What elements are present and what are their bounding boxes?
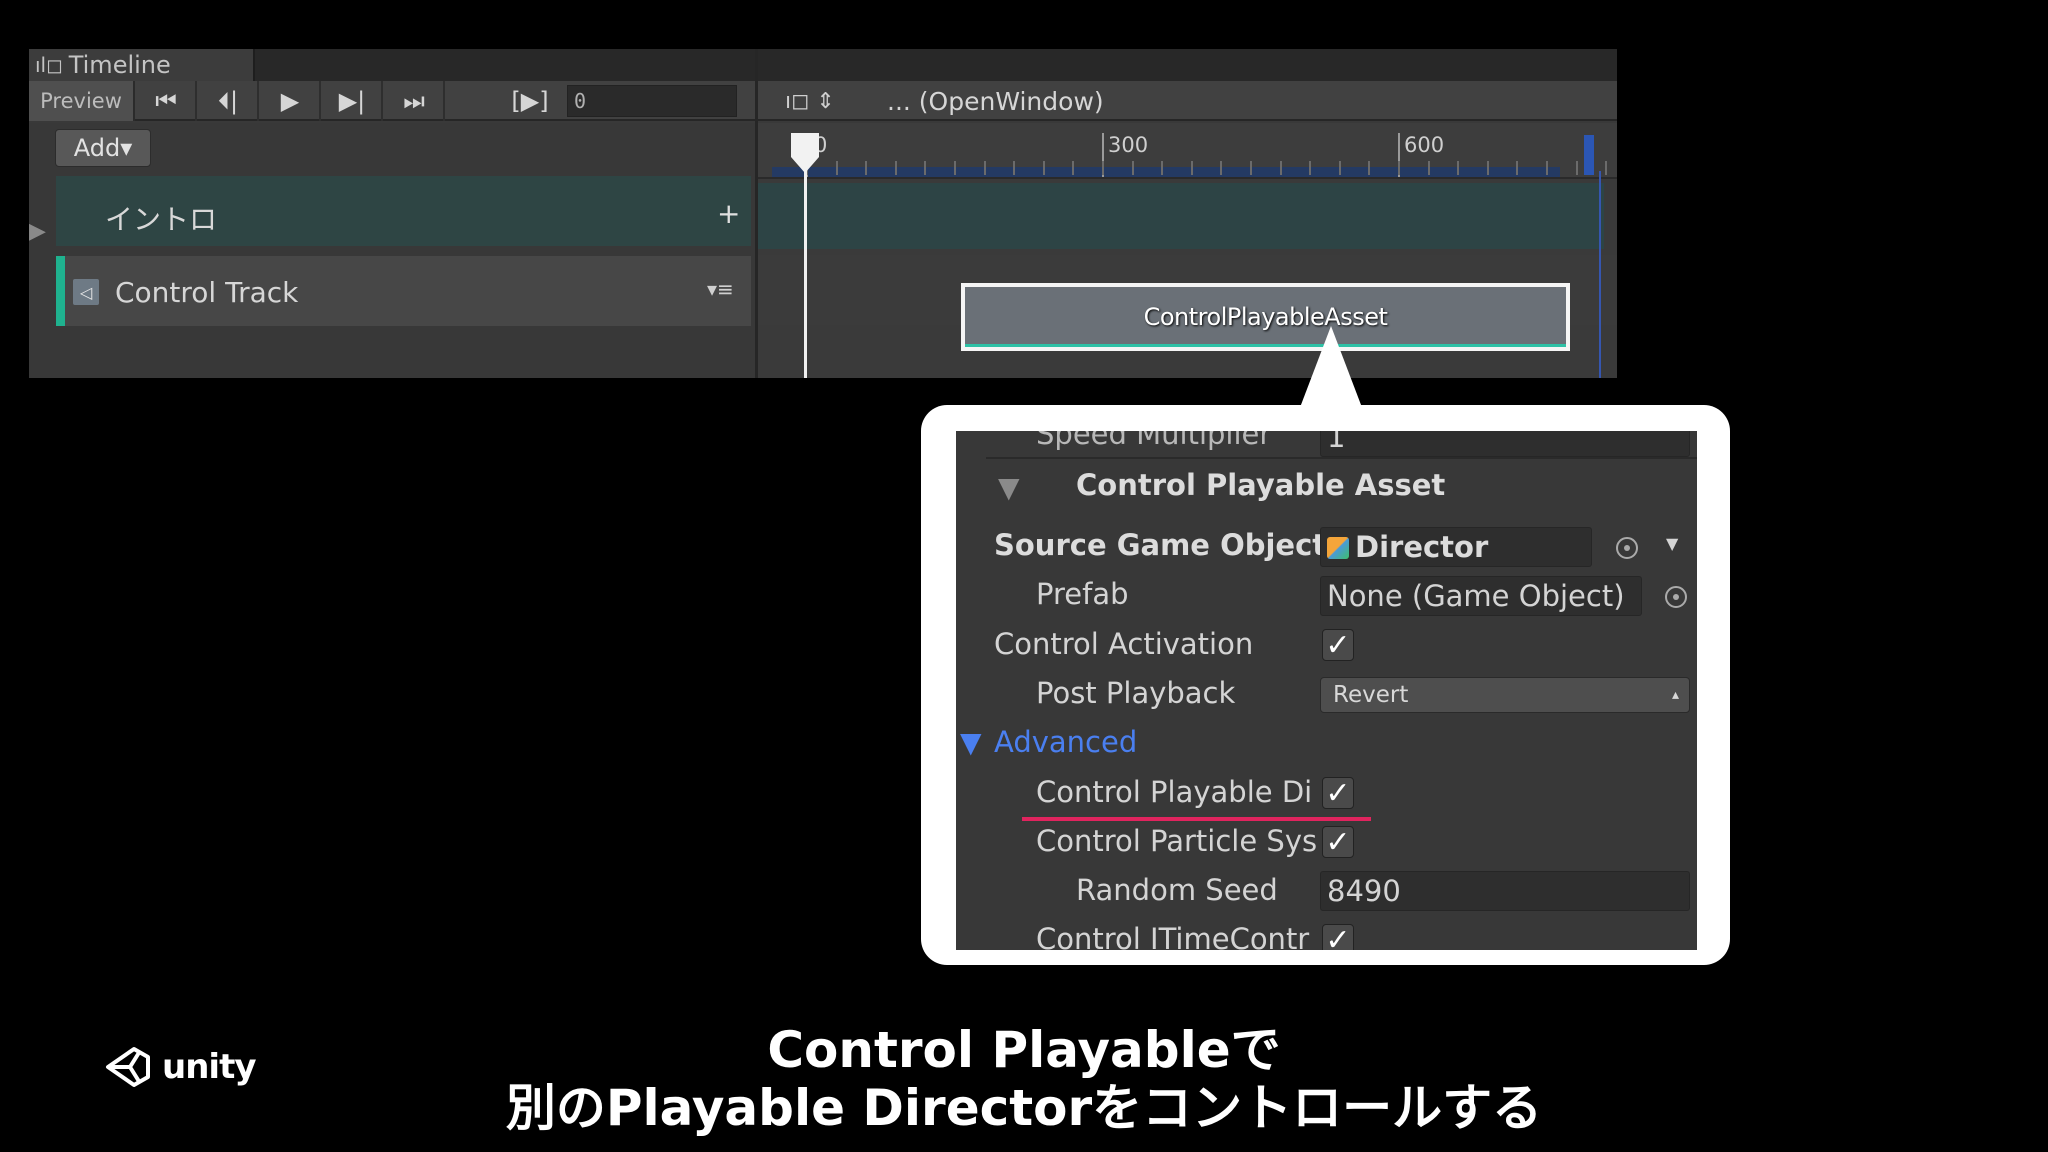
section-foldout-icon[interactable]: ▼ <box>998 471 1020 504</box>
tab-timeline[interactable]: ıl◻ Timeline <box>29 49 255 81</box>
ruler-label: 300 <box>1108 133 1149 157</box>
group-track-lane <box>758 183 1604 249</box>
ruler-minor-tick <box>894 161 897 175</box>
control-track-label: Control Track <box>115 276 299 309</box>
source-game-object-label: Source Game Object <box>994 528 1327 562</box>
unity-logo: unity <box>104 1040 256 1094</box>
prefab-label: Prefab <box>1036 577 1129 611</box>
advanced-foldout-icon[interactable]: ▼ <box>960 726 982 759</box>
ruler-minor-tick <box>1546 161 1548 175</box>
go-to-start-icon[interactable]: ⏮ <box>137 81 197 121</box>
timeline-tab-icon: ıl◻ <box>35 53 63 77</box>
ruler-minor-tick <box>1190 161 1193 175</box>
object-picker-icon[interactable] <box>1665 586 1687 608</box>
ruler-minor-tick <box>1338 161 1341 175</box>
previous-frame-icon[interactable]: ⏴| <box>199 81 259 121</box>
control-itime-label: Control ITimeContr <box>1036 922 1310 950</box>
play-icon[interactable]: ▶ <box>261 81 321 121</box>
ruler-minor-tick <box>1575 161 1578 175</box>
ruler-minor-tick <box>983 161 986 175</box>
post-playback-dropdown[interactable]: Revert ▴ <box>1320 677 1690 713</box>
ruler-label: 600 <box>1404 133 1445 157</box>
ruler-minor-tick <box>1309 161 1312 175</box>
track-color-accent <box>56 256 65 326</box>
object-picker-icon[interactable] <box>1616 537 1638 559</box>
source-game-object-value: Director <box>1355 530 1489 564</box>
ruler-minor-tick <box>954 161 956 175</box>
ruler-minor-tick <box>1605 161 1608 175</box>
play-range-button[interactable]: [▶] <box>495 81 565 121</box>
breadcrumb[interactable]: ... (OpenWindow) <box>887 81 1104 121</box>
ruler-minor-tick <box>1072 161 1075 175</box>
unity-track-icon: ◁ <box>73 279 99 305</box>
ruler-minor-tick <box>835 161 838 175</box>
ruler-minor-tick <box>1042 161 1045 175</box>
ruler-play-range <box>772 167 1560 177</box>
range-end-marker[interactable] <box>1584 135 1594 175</box>
control-particle-systems-checkbox[interactable]: ✓ <box>1322 825 1354 860</box>
playhead-line <box>804 143 807 378</box>
time-ruler[interactable]: 0 300 600 <box>758 123 1617 179</box>
ruler-minor-tick <box>1516 161 1519 175</box>
control-particle-systems-label: Control Particle Sys <box>1036 824 1318 858</box>
ruler-minor-tick <box>1279 161 1282 175</box>
timeline-toolbar: Preview ⏮ ⏴| ▶ ▶| ⏭ [▶] 0 ı◻ ⇕ ... (Open… <box>29 81 1617 121</box>
ruler-minor-tick <box>1427 161 1430 175</box>
range-end-line <box>1599 171 1601 378</box>
inspector-panel: Speed Multiplier 1 ▼ Control Playable As… <box>956 431 1697 950</box>
group-track-label: イントロ <box>105 203 218 236</box>
ruler-minor-tick <box>1486 161 1489 175</box>
post-playback-label: Post Playback <box>1036 676 1236 710</box>
source-game-object-field[interactable]: Director <box>1320 527 1592 567</box>
ruler-minor-tick <box>1131 161 1134 175</box>
section-divider <box>986 457 1697 459</box>
unity-cube-icon <box>106 1047 150 1087</box>
frame-field[interactable]: 0 <box>567 85 737 117</box>
control-activation-label: Control Activation <box>994 627 1254 661</box>
section-title: Control Playable Asset <box>1076 468 1446 502</box>
ruler-minor-tick <box>865 161 868 175</box>
control-playable-directors-label: Control Playable Di <box>1036 775 1313 809</box>
control-playable-directors-checkbox[interactable]: ✓ <box>1322 776 1354 811</box>
post-playback-value: Revert <box>1333 682 1409 708</box>
highlight-underline <box>1022 817 1371 821</box>
add-button[interactable]: Add▾ <box>55 129 151 167</box>
group-collapse-icon[interactable]: ▶ <box>29 219 46 244</box>
track-header-pane: Add▾ <box>29 123 755 378</box>
advanced-foldout-label[interactable]: Advanced <box>994 725 1137 759</box>
next-frame-icon[interactable]: ▶| <box>323 81 383 121</box>
dropdown-arrow-icon[interactable]: ▼ <box>1666 534 1678 553</box>
layout-dropdown-icon[interactable]: ı◻ ⇕ <box>785 85 845 117</box>
unity-wordmark: unity <box>162 1047 256 1087</box>
ruler-minor-tick <box>1161 161 1164 175</box>
ruler-minor-tick <box>1368 161 1371 175</box>
ruler-minor-tick <box>1250 161 1252 175</box>
dropdown-arrows-icon: ▴ <box>1671 687 1679 703</box>
track-menu-icon[interactable]: ▾≡ <box>707 277 734 301</box>
control-playable-asset-clip[interactable]: ControlPlayableAsset <box>961 283 1570 351</box>
timeline-tab-label: Timeline <box>68 51 171 79</box>
ruler-minor-tick <box>1102 161 1104 175</box>
preview-button[interactable]: Preview <box>29 81 135 121</box>
group-add-icon[interactable]: + <box>717 197 740 230</box>
random-seed-label: Random Seed <box>1076 873 1278 907</box>
speed-multiplier-label: Speed Multiplier <box>1036 431 1272 451</box>
timeline-header: ıl◻ Timeline <box>29 49 1617 81</box>
game-object-icon <box>1327 537 1349 559</box>
go-to-end-icon[interactable]: ⏭ <box>385 81 445 121</box>
prefab-field[interactable]: None (Game Object) <box>1320 576 1642 616</box>
speed-multiplier-field[interactable]: 1 <box>1320 431 1690 457</box>
control-itime-checkbox[interactable]: ✓ <box>1322 923 1354 950</box>
ruler-minor-tick <box>1457 161 1460 175</box>
ruler-minor-tick <box>1013 161 1016 175</box>
ruler-minor-tick <box>1398 161 1400 175</box>
control-activation-checkbox[interactable]: ✓ <box>1322 628 1354 663</box>
random-seed-field[interactable]: 8490 <box>1320 871 1690 911</box>
caption-line-2: 別のPlayable Directorをコントロールする <box>505 1079 1543 1137</box>
ruler-minor-tick <box>924 161 927 175</box>
ruler-minor-tick <box>1220 161 1223 175</box>
